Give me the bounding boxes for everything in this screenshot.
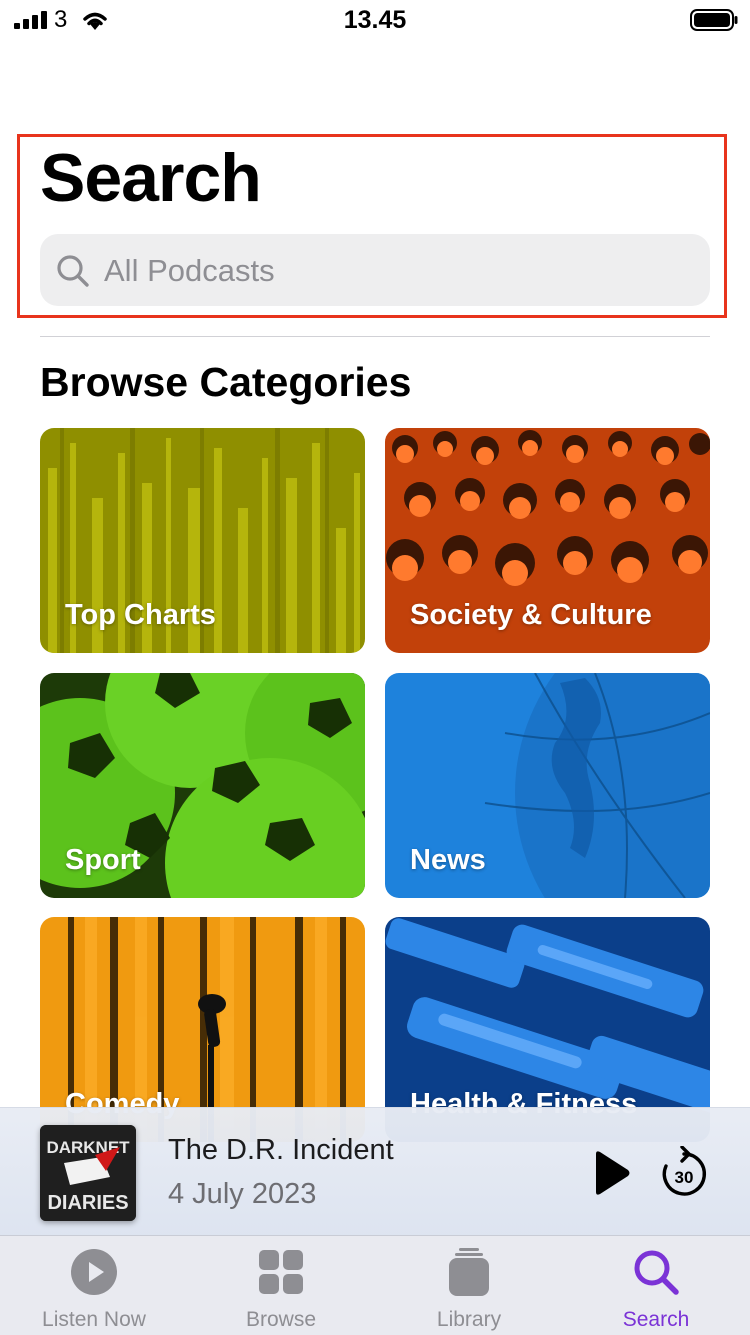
search-field[interactable] — [40, 234, 710, 306]
status-bar: 3 13.45 — [0, 0, 750, 44]
status-time: 13.45 — [343, 6, 407, 34]
episode-artwork[interactable]: DARKNET DIARIES — [40, 1125, 136, 1221]
search-icon — [634, 1250, 679, 1295]
category-society-culture[interactable]: Society & Culture — [385, 428, 710, 653]
category-news[interactable]: News — [385, 673, 710, 898]
skip-seconds: 30 — [675, 1168, 694, 1187]
tab-label: Listen Now — [42, 1308, 146, 1331]
page-title: Search — [40, 140, 262, 216]
grid-icon — [259, 1250, 303, 1294]
library-stack-icon — [449, 1248, 489, 1296]
category-label: Society & Culture — [410, 599, 652, 631]
browse-categories-title: Browse Categories — [40, 359, 412, 405]
category-label: News — [410, 844, 486, 876]
battery-icon — [690, 9, 738, 31]
skip-forward-button[interactable]: 30 — [658, 1146, 710, 1200]
darknet-diaries-artwork: DARKNET DIARIES — [40, 1125, 136, 1221]
svg-text:DIARIES: DIARIES — [47, 1192, 128, 1214]
tab-library[interactable]: Library — [375, 1236, 563, 1335]
tab-label: Search — [622, 1308, 690, 1331]
divider — [40, 336, 710, 337]
mini-player[interactable]: DARKNET DIARIES The D.R. Incident 4 July… — [0, 1107, 750, 1236]
category-label: Sport — [65, 844, 141, 876]
tab-browse[interactable]: Browse — [187, 1236, 375, 1335]
category-sport[interactable]: Sport — [40, 673, 365, 898]
category-top-charts[interactable]: Top Charts — [40, 428, 365, 653]
tab-label: Browse — [245, 1308, 317, 1331]
episode-title[interactable]: The D.R. Incident — [168, 1134, 394, 1167]
search-input[interactable] — [102, 244, 696, 298]
play-button[interactable] — [586, 1148, 634, 1198]
category-label: Top Charts — [65, 599, 216, 631]
search-icon — [57, 255, 89, 287]
tab-bar: Listen Now Browse Library Search — [0, 1235, 750, 1335]
episode-date: 4 July 2023 — [168, 1178, 317, 1210]
tab-label: Library — [436, 1308, 502, 1331]
svg-text:DARKNET: DARKNET — [46, 1138, 130, 1157]
tab-listen-now[interactable]: Listen Now — [0, 1236, 188, 1335]
tab-search[interactable]: Search — [562, 1236, 750, 1335]
play-circle-icon — [71, 1249, 117, 1295]
